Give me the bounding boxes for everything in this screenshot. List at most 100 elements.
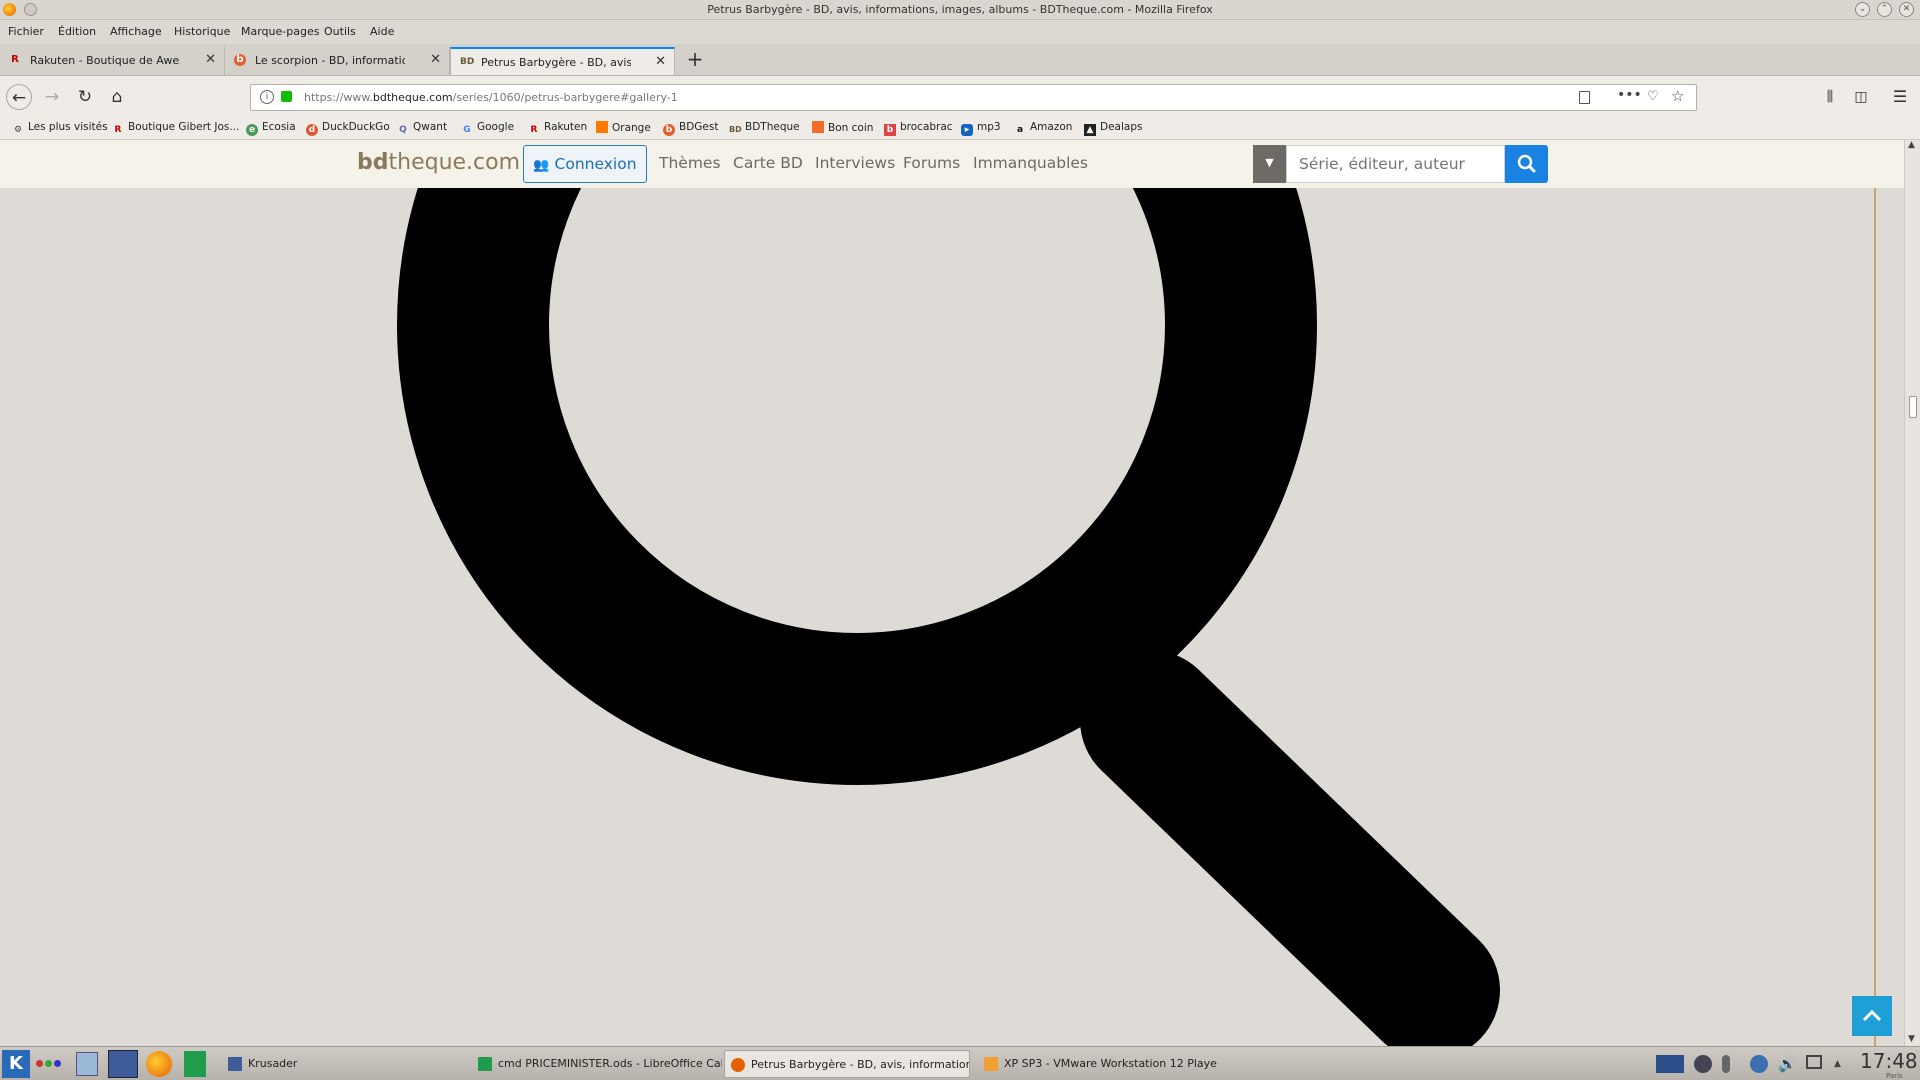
page-scrollbar[interactable]: ▲ ▼ bbox=[1904, 140, 1920, 1046]
reload-button[interactable]: ↻ bbox=[72, 84, 98, 110]
pager-icon[interactable] bbox=[1656, 1055, 1684, 1073]
tab-le-scorpion[interactable]: b Le scorpion - BD, informations, cote ✕ bbox=[225, 47, 450, 75]
bookmark-ecosia[interactable]: e Ecosia bbox=[246, 121, 296, 136]
reader-view-icon[interactable] bbox=[1579, 91, 1590, 104]
back-to-top-button[interactable] bbox=[1852, 996, 1892, 1036]
bookmark-brocabrac[interactable]: b brocabrac bbox=[884, 121, 953, 136]
task-vmware[interactable]: XP SP3 - VMware Workstation 12 Player (N… bbox=[978, 1050, 1218, 1078]
tab-rakuten[interactable]: R Rakuten - Boutique de Awesomep ✕ bbox=[0, 47, 225, 75]
menu-marque-pages[interactable]: Marque-pages bbox=[241, 25, 319, 38]
tab-label: Petrus Barbygère - BD, avis, informat bbox=[481, 56, 631, 69]
menu-outils[interactable]: Outils bbox=[324, 25, 356, 38]
search-button[interactable] bbox=[1505, 145, 1548, 183]
menu-historique[interactable]: Historique bbox=[174, 25, 230, 38]
network-globe-icon[interactable] bbox=[1750, 1055, 1768, 1073]
firefox-icon bbox=[731, 1058, 745, 1072]
brocabrac-icon: b bbox=[884, 124, 896, 136]
bookmark-bdtheque[interactable]: BD BDTheque bbox=[729, 121, 800, 136]
thermometer-icon[interactable] bbox=[1722, 1055, 1730, 1073]
library-icon[interactable]: ⫼ bbox=[1817, 84, 1843, 110]
scroll-down-arrow-icon[interactable]: ▼ bbox=[1908, 1034, 1915, 1044]
bookmark-star-icon[interactable]: ☆ bbox=[1671, 87, 1684, 105]
vmware-icon bbox=[984, 1057, 998, 1071]
scroll-up-arrow-icon[interactable]: ▲ bbox=[1908, 140, 1915, 150]
bookmark-orange[interactable]: Orange bbox=[596, 121, 651, 134]
lock-icon bbox=[281, 91, 292, 102]
close-tab-icon[interactable]: ✕ bbox=[205, 52, 216, 67]
bdtheque-icon: BD bbox=[729, 125, 742, 134]
taskbar: K Krusader cmd PRICEMINISTER.ods - Libre… bbox=[0, 1046, 1920, 1080]
nav-link-carte-bd[interactable]: Carte BD bbox=[733, 154, 803, 172]
clock-timezone: Paris bbox=[1886, 1072, 1903, 1080]
menu-affichage[interactable]: Affichage bbox=[110, 25, 162, 38]
google-icon: G bbox=[463, 125, 471, 135]
window-title: Petrus Barbygère - BD, avis, information… bbox=[707, 3, 1213, 16]
nav-link-immanquables[interactable]: Immanquables bbox=[973, 154, 1088, 172]
bookmark-google[interactable]: G Google bbox=[461, 121, 514, 136]
tab-bar: R Rakuten - Boutique de Awesomep ✕ b Le … bbox=[0, 44, 1920, 76]
clock[interactable]: 17:48 bbox=[1860, 1049, 1918, 1073]
task-firefox[interactable]: Petrus Barbygère - BD, avis, information… bbox=[724, 1050, 970, 1078]
menu-fichier[interactable]: Fichier bbox=[8, 25, 44, 38]
home-button[interactable]: ⌂ bbox=[104, 84, 130, 110]
calc-icon bbox=[478, 1057, 492, 1071]
window-titlebar: Petrus Barbygère - BD, avis, information… bbox=[0, 0, 1920, 20]
bookmark-mp3[interactable]: ▸ mp3 bbox=[961, 121, 1001, 136]
tab-label: Rakuten - Boutique de Awesomep bbox=[30, 54, 180, 67]
sidebar-icon[interactable]: ◫ bbox=[1848, 84, 1874, 110]
hamburger-menu-icon[interactable]: ☰ bbox=[1887, 84, 1913, 110]
pocket-icon[interactable]: ♡ bbox=[1647, 89, 1659, 104]
nav-link-themes[interactable]: Thèmes bbox=[659, 154, 721, 172]
firefox-launcher-icon[interactable] bbox=[146, 1051, 172, 1077]
minimize-button[interactable]: ⌄ bbox=[1855, 2, 1870, 17]
bdgest-icon: b bbox=[234, 54, 246, 66]
calc-launcher-icon[interactable] bbox=[184, 1051, 206, 1077]
bookmark-duckduckgo[interactable]: d DuckDuckGo bbox=[306, 121, 390, 136]
activities-icon[interactable] bbox=[36, 1060, 64, 1068]
nav-link-forums[interactable]: Forums bbox=[903, 154, 960, 172]
menu-edition[interactable]: Édition bbox=[58, 25, 96, 38]
kde-start-menu-icon[interactable]: K bbox=[2, 1050, 30, 1078]
bookmark-qwant[interactable]: Q Qwant bbox=[397, 121, 447, 136]
bookmark-rakuten[interactable]: R Rakuten bbox=[528, 121, 588, 136]
user-icon: 👥 bbox=[533, 158, 550, 173]
page-actions-icon[interactable]: ••• bbox=[1617, 87, 1642, 103]
connexion-button[interactable]: 👥 Connexion bbox=[523, 145, 647, 183]
url-text[interactable]: https://www.bdtheque.com/series/1060/pet… bbox=[304, 91, 678, 104]
steam-icon[interactable] bbox=[1694, 1055, 1712, 1073]
qwant-icon: Q bbox=[399, 125, 407, 135]
url-bar[interactable]: i https://www.bdtheque.com/series/1060/p… bbox=[250, 84, 1697, 111]
display-icon[interactable] bbox=[1806, 1055, 1822, 1069]
site-logo[interactable]: bdtheque.com bbox=[357, 150, 520, 175]
nav-link-interviews[interactable]: Interviews bbox=[815, 154, 895, 172]
search-input[interactable] bbox=[1286, 145, 1505, 183]
close-button[interactable]: ✕ bbox=[1899, 2, 1914, 17]
close-tab-icon[interactable]: ✕ bbox=[655, 54, 666, 69]
bookmark-amazon[interactable]: a Amazon bbox=[1014, 121, 1072, 136]
krusader-launcher-icon[interactable] bbox=[108, 1050, 138, 1078]
bookmark-bon-coin[interactable]: Bon coin bbox=[812, 121, 873, 134]
info-icon[interactable]: i bbox=[260, 90, 274, 104]
navigation-bar: ← → ↻ ⌂ i https://www.bdtheque.com/serie… bbox=[0, 76, 1920, 118]
volume-icon[interactable]: 🔊 bbox=[1778, 1055, 1797, 1073]
menu-aide[interactable]: Aide bbox=[370, 25, 394, 38]
tray-expand-icon[interactable]: ▲ bbox=[1834, 1055, 1852, 1073]
file-manager-icon[interactable] bbox=[76, 1052, 98, 1076]
task-libreoffice-calc[interactable]: cmd PRICEMINISTER.ods - LibreOffice Calc bbox=[472, 1050, 722, 1078]
bookmark-les-plus-visites[interactable]: ⚙ Les plus visités bbox=[12, 121, 108, 136]
forward-button[interactable]: → bbox=[39, 84, 65, 110]
maximize-button[interactable]: ⌃ bbox=[1877, 2, 1892, 17]
close-tab-icon[interactable]: ✕ bbox=[430, 52, 441, 67]
task-krusader[interactable]: Krusader bbox=[222, 1050, 462, 1078]
tab-petrus-barbygere[interactable]: BD Petrus Barbygère - BD, avis, informat… bbox=[450, 47, 675, 75]
page-viewport: bdtheque.com 👥 Connexion Thèmes Carte BD… bbox=[0, 140, 1920, 1046]
scrollbar-thumb[interactable] bbox=[1909, 396, 1917, 418]
bookmark-dealaps[interactable]: ▲ Dealaps bbox=[1084, 121, 1142, 136]
bookmark-bdgest[interactable]: b BDGest bbox=[663, 121, 718, 136]
magnifier-ring bbox=[397, 140, 1317, 785]
search-category-dropdown[interactable]: ▼ bbox=[1253, 145, 1286, 183]
bookmark-boutique-gibert[interactable]: R Boutique Gibert Jos... bbox=[112, 121, 240, 136]
new-tab-button[interactable]: + bbox=[682, 46, 708, 72]
back-button[interactable]: ← bbox=[6, 84, 32, 110]
duckduckgo-icon: d bbox=[306, 124, 318, 136]
